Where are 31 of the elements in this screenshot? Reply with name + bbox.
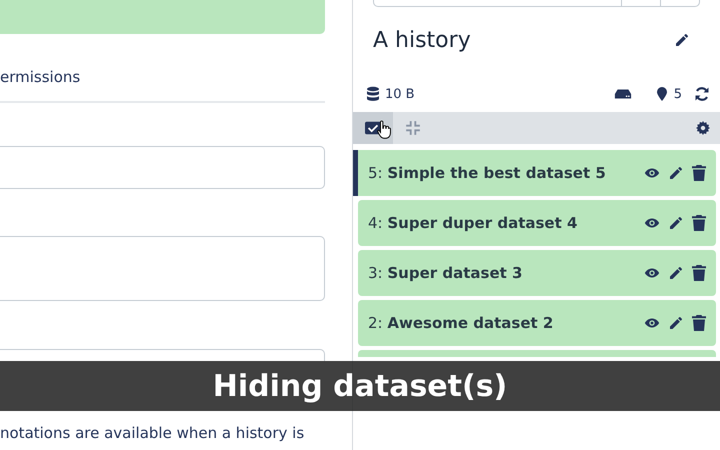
dataset-item[interactable]: 3: Super dataset 3 bbox=[358, 250, 716, 296]
caption-text: Hiding dataset(s) bbox=[212, 368, 508, 404]
database-icon bbox=[365, 86, 381, 102]
pencil-icon[interactable] bbox=[668, 165, 684, 181]
pointer-cursor-icon bbox=[377, 120, 391, 139]
dataset-name: 5: Simple the best dataset 5 bbox=[368, 164, 607, 182]
refresh-icon[interactable] bbox=[694, 86, 710, 102]
dataset-item[interactable]: 5: Simple the best dataset 5 bbox=[353, 150, 716, 196]
trash-icon[interactable] bbox=[692, 165, 706, 181]
permissions-tab[interactable]: ermissions bbox=[0, 67, 80, 87]
trash-icon[interactable] bbox=[692, 215, 706, 231]
input-field[interactable] bbox=[0, 146, 325, 189]
compress-icon bbox=[405, 120, 421, 136]
pencil-icon[interactable] bbox=[668, 265, 684, 281]
pencil-icon[interactable] bbox=[668, 215, 684, 231]
dataset-name: 2: Awesome dataset 2 bbox=[368, 314, 554, 332]
textarea-field[interactable] bbox=[0, 236, 325, 301]
dataset-item[interactable]: 2: Awesome dataset 2 bbox=[358, 300, 716, 346]
history-title: A history bbox=[373, 28, 472, 52]
dataset-item[interactable]: 4: Super duper dataset 4 bbox=[358, 200, 716, 246]
tag-count: 5 bbox=[674, 86, 682, 102]
help-text: notations are available when a history is bbox=[0, 424, 306, 442]
dataset-name: 3: Super dataset 3 bbox=[368, 264, 524, 282]
pencil-icon[interactable] bbox=[668, 315, 684, 331]
settings-icon[interactable] bbox=[696, 121, 710, 135]
pencil-icon[interactable] bbox=[674, 32, 690, 48]
history-size: 10 B bbox=[385, 86, 415, 102]
trash-icon[interactable] bbox=[692, 265, 706, 281]
trash-icon[interactable] bbox=[692, 315, 706, 331]
dataset-name: 4: Super duper dataset 4 bbox=[368, 214, 578, 232]
check-square-icon bbox=[365, 120, 381, 136]
